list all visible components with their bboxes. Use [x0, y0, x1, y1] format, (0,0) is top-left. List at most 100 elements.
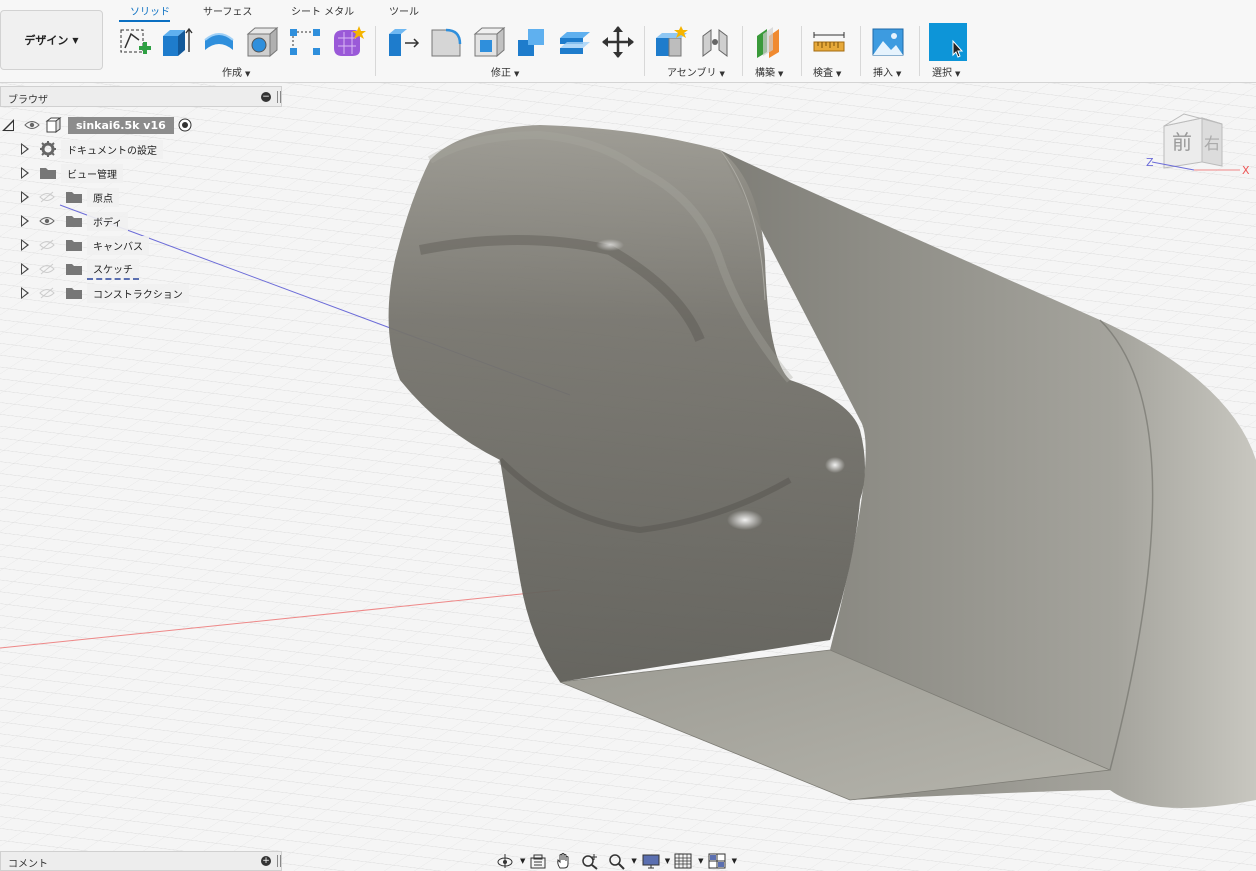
view-cube-front-face[interactable]: 前: [1172, 126, 1192, 155]
chevron-down-icon: ▼: [245, 70, 251, 78]
pattern-button[interactable]: [287, 24, 323, 60]
create-form-button[interactable]: [330, 24, 366, 60]
browser-item-label: ボディ: [87, 211, 129, 231]
eye-icon[interactable]: [39, 215, 55, 227]
hand-icon: [557, 853, 569, 869]
pattern-icon: [290, 29, 320, 55]
browser-item-canvases[interactable]: キャンバス: [21, 235, 149, 255]
collapse-triangle-icon[interactable]: [2, 119, 14, 131]
grid-icon: [674, 853, 692, 869]
press-pull-button[interactable]: [385, 24, 421, 60]
chevron-down-icon[interactable]: ▼: [631, 857, 636, 865]
inspect-menu[interactable]: 検査 ▼: [813, 64, 841, 79]
new-component-button[interactable]: [653, 24, 689, 60]
hole-button[interactable]: [244, 24, 280, 60]
browser-item-named-views[interactable]: ビュー管理: [21, 163, 123, 183]
add-comment-icon[interactable]: +: [261, 856, 271, 866]
grid-settings-button[interactable]: [674, 852, 696, 870]
expand-triangle-icon[interactable]: [21, 167, 29, 179]
assemble-menu[interactable]: アセンブリ ▼: [667, 64, 725, 79]
browser-item-sketches[interactable]: スケッチ: [21, 258, 139, 280]
tab-surface[interactable]: サーフェス: [203, 3, 252, 18]
joint-button[interactable]: [697, 24, 733, 60]
press-pull-icon: [389, 29, 420, 56]
expand-triangle-icon[interactable]: [21, 239, 29, 251]
revolve-button[interactable]: [201, 24, 237, 60]
chevron-down-icon[interactable]: ▼: [698, 857, 703, 865]
view-cube[interactable]: 前 右 Z X: [1144, 104, 1256, 184]
offset-plane-button[interactable]: [752, 24, 788, 60]
viewport[interactable]: [0, 82, 1256, 871]
expand-triangle-icon[interactable]: [21, 143, 29, 155]
offset-face-button[interactable]: [557, 24, 593, 60]
fit-button[interactable]: [607, 852, 629, 870]
construct-menu[interactable]: 構築 ▼: [755, 64, 783, 79]
chevron-down-icon: ▼: [72, 35, 79, 45]
viewports-button[interactable]: [708, 852, 730, 870]
display-settings-button[interactable]: [641, 852, 663, 870]
eye-hidden-icon[interactable]: [39, 239, 55, 251]
tab-sheet-metal[interactable]: シート メタル: [291, 3, 354, 18]
insert-menu[interactable]: 挿入 ▼: [873, 64, 901, 79]
combine-button[interactable]: [514, 24, 550, 60]
shell-button[interactable]: [471, 24, 507, 60]
move-copy-button[interactable]: [600, 24, 636, 60]
expand-triangle-icon[interactable]: [21, 215, 29, 227]
zoom-button[interactable]: [581, 852, 603, 870]
view-cube-right-face[interactable]: 右: [1204, 130, 1220, 154]
extrude-button[interactable]: [158, 24, 194, 60]
chevron-down-icon[interactable]: ▼: [520, 857, 525, 865]
select-button[interactable]: [929, 23, 967, 61]
toolbar-divider: [801, 26, 802, 76]
browser-item-construction[interactable]: コンストラクション: [21, 283, 189, 303]
orbit-button[interactable]: [496, 852, 518, 870]
panel-grip-icon[interactable]: [277, 91, 281, 103]
browser-item-label: キャンバス: [87, 235, 149, 255]
fillet-icon: [431, 28, 462, 57]
expand-triangle-icon[interactable]: [21, 287, 29, 299]
select-menu[interactable]: 選択 ▼: [932, 64, 960, 79]
look-at-button[interactable]: [529, 852, 551, 870]
chevron-down-icon[interactable]: ▼: [732, 857, 737, 865]
browser-root[interactable]: sinkai6.5k v16: [2, 115, 192, 135]
root-component-label[interactable]: sinkai6.5k v16: [68, 116, 174, 134]
insert-canvas-button[interactable]: [870, 24, 906, 60]
fillet-button[interactable]: [428, 24, 464, 60]
workspace-switcher-button[interactable]: デザイン ▼: [0, 10, 103, 70]
browser-item-label: ドキュメントの設定: [61, 139, 163, 159]
browser-item-bodies[interactable]: ボディ: [21, 211, 129, 231]
activate-radio-icon[interactable]: [178, 118, 192, 132]
panel-grip-icon[interactable]: [277, 855, 281, 867]
offset-face-icon: [560, 32, 590, 54]
expand-triangle-icon[interactable]: [21, 263, 29, 275]
expand-triangle-icon[interactable]: [21, 191, 29, 203]
tab-solid[interactable]: ソリッド: [130, 3, 170, 18]
eye-hidden-icon[interactable]: [39, 263, 55, 275]
create-menu[interactable]: 作成 ▼: [222, 64, 250, 79]
create-sketch-button[interactable]: [117, 24, 153, 60]
orbit-icon: [497, 854, 513, 868]
browser-item-origin[interactable]: 原点: [21, 187, 119, 207]
ruler-icon: [813, 32, 845, 52]
eye-hidden-icon[interactable]: [39, 287, 55, 299]
browser-item-label: ビュー管理: [61, 163, 123, 183]
joint-icon: [702, 29, 728, 57]
modify-menu[interactable]: 修正 ▼: [491, 64, 519, 79]
tab-tools[interactable]: ツール: [389, 3, 419, 18]
model-canvas[interactable]: [0, 82, 1256, 871]
eye-icon[interactable]: [24, 119, 40, 131]
browser-item-document-settings[interactable]: ドキュメントの設定: [21, 139, 163, 159]
pan-button[interactable]: [555, 852, 577, 870]
toolbar-divider: [860, 26, 861, 76]
look-at-icon: [530, 854, 546, 869]
browser-title: ブラウザ: [8, 95, 48, 106]
collapse-icon[interactable]: −: [261, 92, 271, 102]
measure-button[interactable]: [811, 24, 847, 60]
toolbar: デザイン ▼ ソリッド サーフェス シート メタル ツール 作成 ▼ 修正 ▼ …: [0, 0, 1256, 83]
toolbar-divider: [644, 26, 645, 76]
browser-item-label: 原点: [87, 187, 119, 207]
comments-panel-header: コメント +: [0, 851, 282, 871]
chevron-down-icon[interactable]: ▼: [665, 857, 670, 865]
insert-menu-label: 挿入: [873, 68, 893, 79]
eye-hidden-icon[interactable]: [39, 191, 55, 203]
